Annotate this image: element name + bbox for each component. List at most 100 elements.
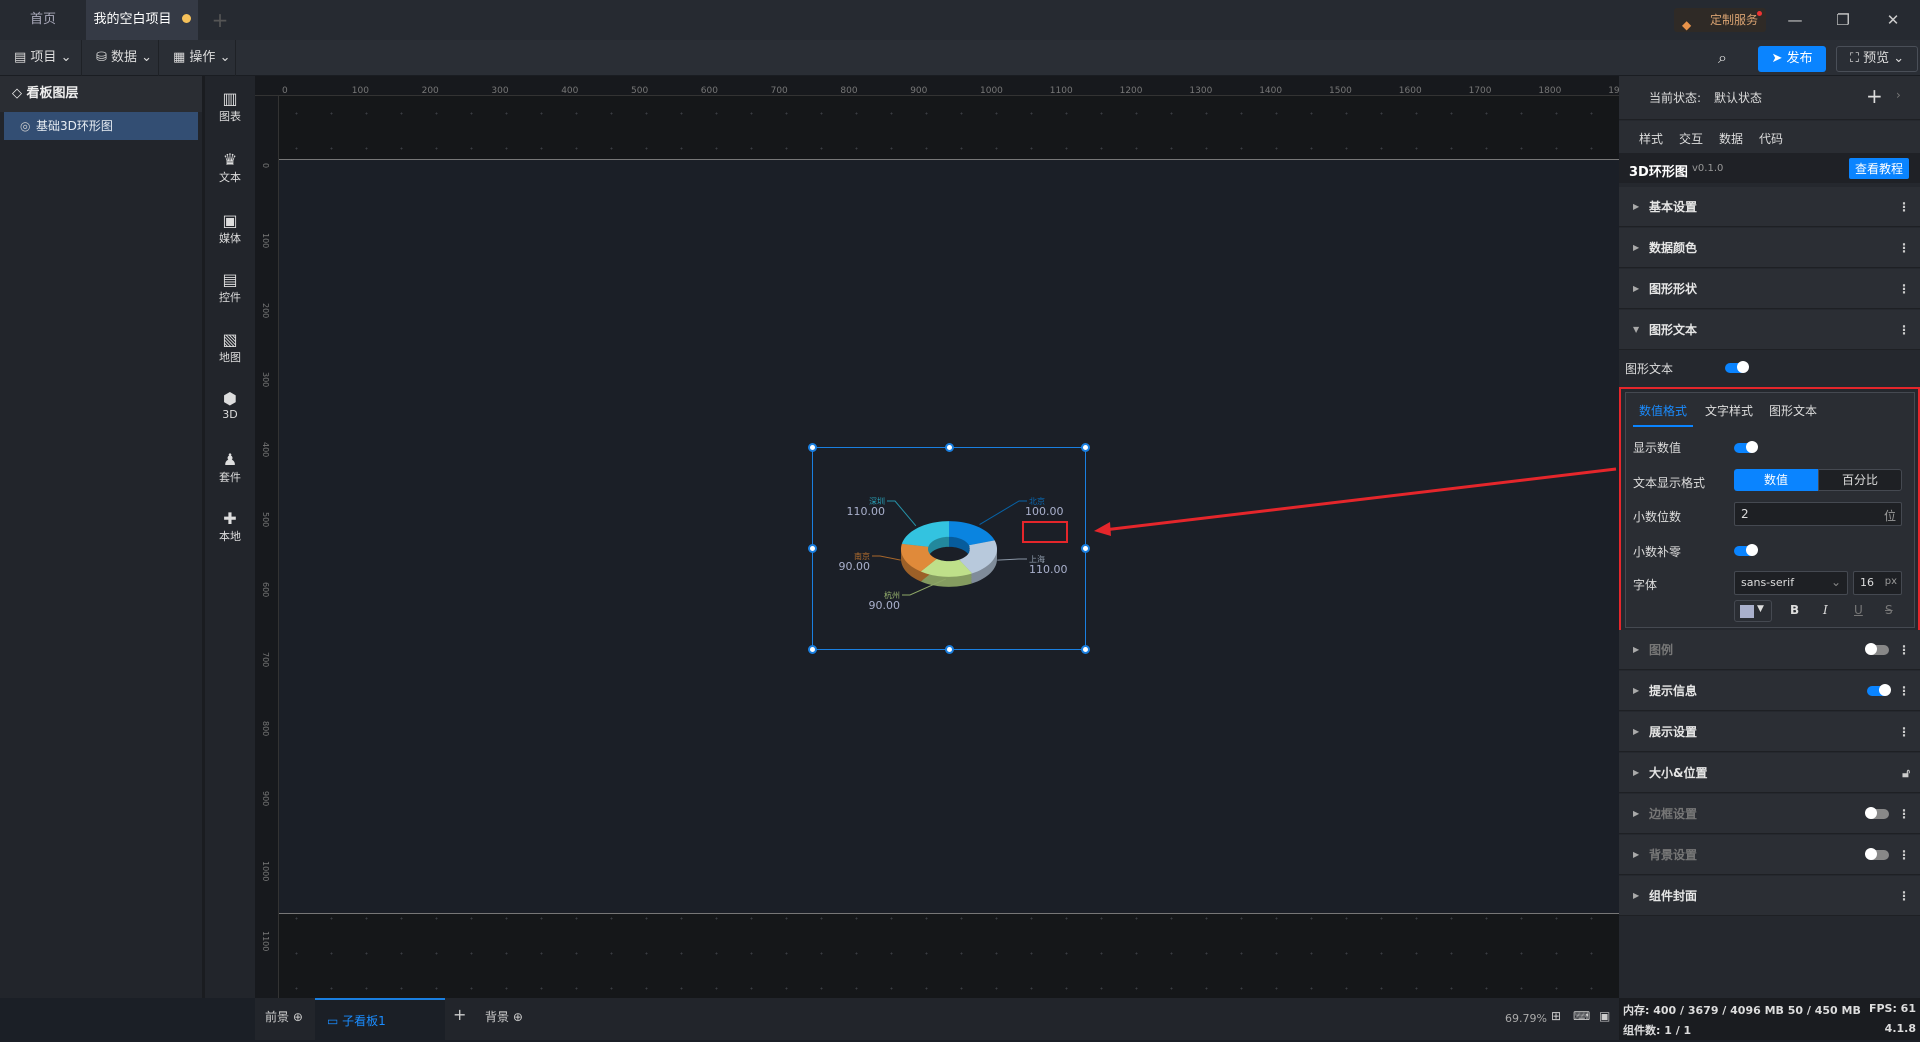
tool-control[interactable]: ▤ 控件 bbox=[205, 271, 255, 305]
tool-kit[interactable]: ♟ 套件 bbox=[205, 451, 255, 485]
fps: FPS: 61 bbox=[1868, 1002, 1916, 1015]
layer-item[interactable]: ◎ 基础3D环形图 bbox=[4, 112, 198, 140]
tab-foreground[interactable]: 前景 ⊕ bbox=[265, 1008, 303, 1025]
more-icon[interactable]: ⋮ bbox=[1898, 712, 1910, 752]
state-value[interactable]: 默认状态 bbox=[1714, 89, 1762, 106]
tab-style[interactable]: 样式 bbox=[1639, 130, 1664, 155]
section-cover[interactable]: ▶ 组件封面 ⋮ bbox=[1619, 876, 1920, 916]
strikethrough-button[interactable]: S bbox=[1885, 603, 1893, 617]
more-icon[interactable]: ⋮ bbox=[1898, 187, 1910, 227]
tool-chart[interactable]: ▥ 图表 bbox=[205, 90, 255, 124]
chevron-right-icon[interactable]: › bbox=[1896, 88, 1901, 102]
minimize-button[interactable]: — bbox=[1783, 8, 1807, 32]
resize-handle[interactable] bbox=[945, 443, 954, 452]
tab-interaction[interactable]: 交互 bbox=[1679, 130, 1703, 147]
tab-code[interactable]: 代码 bbox=[1759, 130, 1783, 147]
add-tab-button[interactable]: + bbox=[200, 0, 240, 40]
terminal-icon[interactable]: ▣ bbox=[1599, 1009, 1610, 1023]
ruler-tick-label: 200 bbox=[421, 86, 439, 96]
menu-data[interactable]: ⛁ 数据 ⌄ bbox=[82, 40, 159, 76]
tab-subboard[interactable]: ▭ 子看板1 bbox=[315, 998, 445, 1040]
tutorial-button[interactable]: 查看教程 bbox=[1849, 158, 1910, 179]
text-color-picker[interactable]: ▼ bbox=[1734, 600, 1772, 622]
show-value-toggle[interactable] bbox=[1734, 441, 1758, 453]
resize-handle[interactable] bbox=[808, 645, 817, 654]
tooltip-toggle[interactable] bbox=[1867, 684, 1891, 696]
more-icon[interactable]: ⋮ bbox=[1898, 835, 1910, 875]
preview-button[interactable]: ⛶ 预览 ⌄ bbox=[1836, 46, 1918, 72]
lock-icon[interactable]: 🔓︎ bbox=[1902, 753, 1910, 793]
tool-3d[interactable]: ⬢ 3D bbox=[205, 390, 255, 422]
section-data-color[interactable]: ▶ 数据颜色 ⋮ bbox=[1619, 228, 1920, 268]
tab-data[interactable]: 数据 bbox=[1719, 130, 1743, 147]
add-board-button[interactable]: + bbox=[453, 1005, 466, 1024]
resize-handle[interactable] bbox=[1081, 645, 1090, 654]
tool-map[interactable]: ▧ 地图 bbox=[205, 331, 255, 365]
subtab-shape-text[interactable]: 图形文本 bbox=[1769, 402, 1817, 419]
underline-button[interactable]: U bbox=[1854, 603, 1863, 617]
selection-box[interactable] bbox=[808, 443, 1090, 654]
more-icon[interactable]: ⋮ bbox=[1898, 876, 1910, 916]
shape-text-toggle[interactable] bbox=[1725, 361, 1749, 373]
caret-right-icon: ▶ bbox=[1633, 727, 1640, 736]
add-state-button[interactable]: + bbox=[1866, 84, 1883, 108]
more-icon[interactable]: ⋮ bbox=[1898, 794, 1910, 834]
publish-button[interactable]: ➤ 发布 bbox=[1758, 46, 1826, 72]
format-label: 文本显示格式 bbox=[1633, 476, 1706, 490]
tab-home[interactable]: 首页 bbox=[0, 0, 86, 40]
format-value-option[interactable]: 数值 bbox=[1734, 469, 1818, 491]
menu-project[interactable]: ▤ 项目 ⌄ bbox=[0, 40, 82, 76]
map-icon: ▧ bbox=[222, 330, 238, 349]
font-family-select[interactable]: sans-serif ⌄ bbox=[1734, 571, 1848, 595]
more-icon[interactable]: ⋮ bbox=[1898, 310, 1910, 350]
more-icon[interactable]: ⋮ bbox=[1898, 630, 1910, 670]
subtab-value-format[interactable]: 数值格式 bbox=[1633, 402, 1694, 427]
resize-handle[interactable] bbox=[808, 443, 817, 452]
section-border[interactable]: ▶ 边框设置 ⋮ bbox=[1619, 794, 1920, 834]
section-shape-text[interactable]: ▼ 图形文本 ⋮ bbox=[1619, 310, 1920, 350]
section-shape[interactable]: ▶ 图形形状 ⋮ bbox=[1619, 269, 1920, 309]
more-icon[interactable]: ⋮ bbox=[1898, 228, 1910, 268]
resize-handle[interactable] bbox=[945, 645, 954, 654]
decimals-label: 小数位数 bbox=[1633, 510, 1682, 524]
section-display[interactable]: ▶ 展示设置 ⋮ bbox=[1619, 712, 1920, 752]
resize-handle[interactable] bbox=[808, 544, 817, 553]
section-background[interactable]: ▶ 背景设置 ⋮ bbox=[1619, 835, 1920, 875]
section-size-position[interactable]: ▶ 大小&位置 🔓︎ bbox=[1619, 753, 1920, 793]
decimals-input[interactable]: 2 位 bbox=[1734, 502, 1902, 526]
legend-toggle[interactable] bbox=[1865, 643, 1889, 655]
tool-label: 地图 bbox=[219, 351, 241, 364]
close-button[interactable]: ✕ bbox=[1881, 8, 1905, 32]
custom-service-button[interactable]: ◆ 定制服务 bbox=[1674, 8, 1766, 32]
section-tooltip[interactable]: ▶ 提示信息 ⋮ bbox=[1619, 671, 1920, 711]
section-basic[interactable]: ▶ 基本设置 ⋮ bbox=[1619, 187, 1920, 227]
more-icon[interactable]: ⋮ bbox=[1898, 269, 1910, 309]
subtab-text-style[interactable]: 文字样式 bbox=[1705, 402, 1753, 419]
search-icon[interactable]: ⌕ bbox=[1718, 48, 1727, 68]
italic-button[interactable]: I bbox=[1823, 603, 1828, 617]
tool-local[interactable]: ✚ 本地 bbox=[205, 510, 255, 544]
menu-operate[interactable]: ▦ 操作 ⌄ bbox=[159, 40, 236, 76]
ruler-tick-label: 500 bbox=[631, 86, 649, 96]
bold-button[interactable]: B bbox=[1790, 603, 1799, 617]
resize-handle[interactable] bbox=[1081, 544, 1090, 553]
tab-project[interactable]: 我的空白项目 bbox=[86, 0, 198, 40]
tab-background[interactable]: 背景 ⊕ bbox=[485, 1008, 523, 1025]
tool-media[interactable]: ▣ 媒体 bbox=[205, 212, 255, 246]
pad-zero-toggle[interactable] bbox=[1734, 544, 1758, 556]
keyboard-icon[interactable]: ⌨ bbox=[1573, 1009, 1590, 1023]
font-size-input[interactable]: 16 px bbox=[1853, 571, 1902, 595]
status-bar: 内存: 400 / 3679 / 4096 MB 50 / 450 MB FPS… bbox=[1619, 998, 1920, 1040]
more-icon[interactable]: ⋮ bbox=[1898, 671, 1910, 711]
border-toggle[interactable] bbox=[1865, 807, 1889, 819]
section-legend[interactable]: ▶ 图例 ⋮ bbox=[1619, 630, 1920, 670]
ruler-tick-label: 1900 bbox=[1608, 86, 1619, 96]
format-percent-option[interactable]: 百分比 bbox=[1818, 469, 1902, 491]
fit-screen-icon[interactable]: ⊞ bbox=[1551, 1009, 1561, 1023]
resize-handle[interactable] bbox=[1081, 443, 1090, 452]
tool-text[interactable]: ♛ 文本 bbox=[205, 151, 255, 185]
background-toggle[interactable] bbox=[1865, 848, 1889, 860]
show-value-label: 显示数值 bbox=[1633, 441, 1682, 455]
restore-button[interactable]: ❐ bbox=[1831, 8, 1855, 32]
diamond-icon: ◆ bbox=[1682, 18, 1692, 32]
